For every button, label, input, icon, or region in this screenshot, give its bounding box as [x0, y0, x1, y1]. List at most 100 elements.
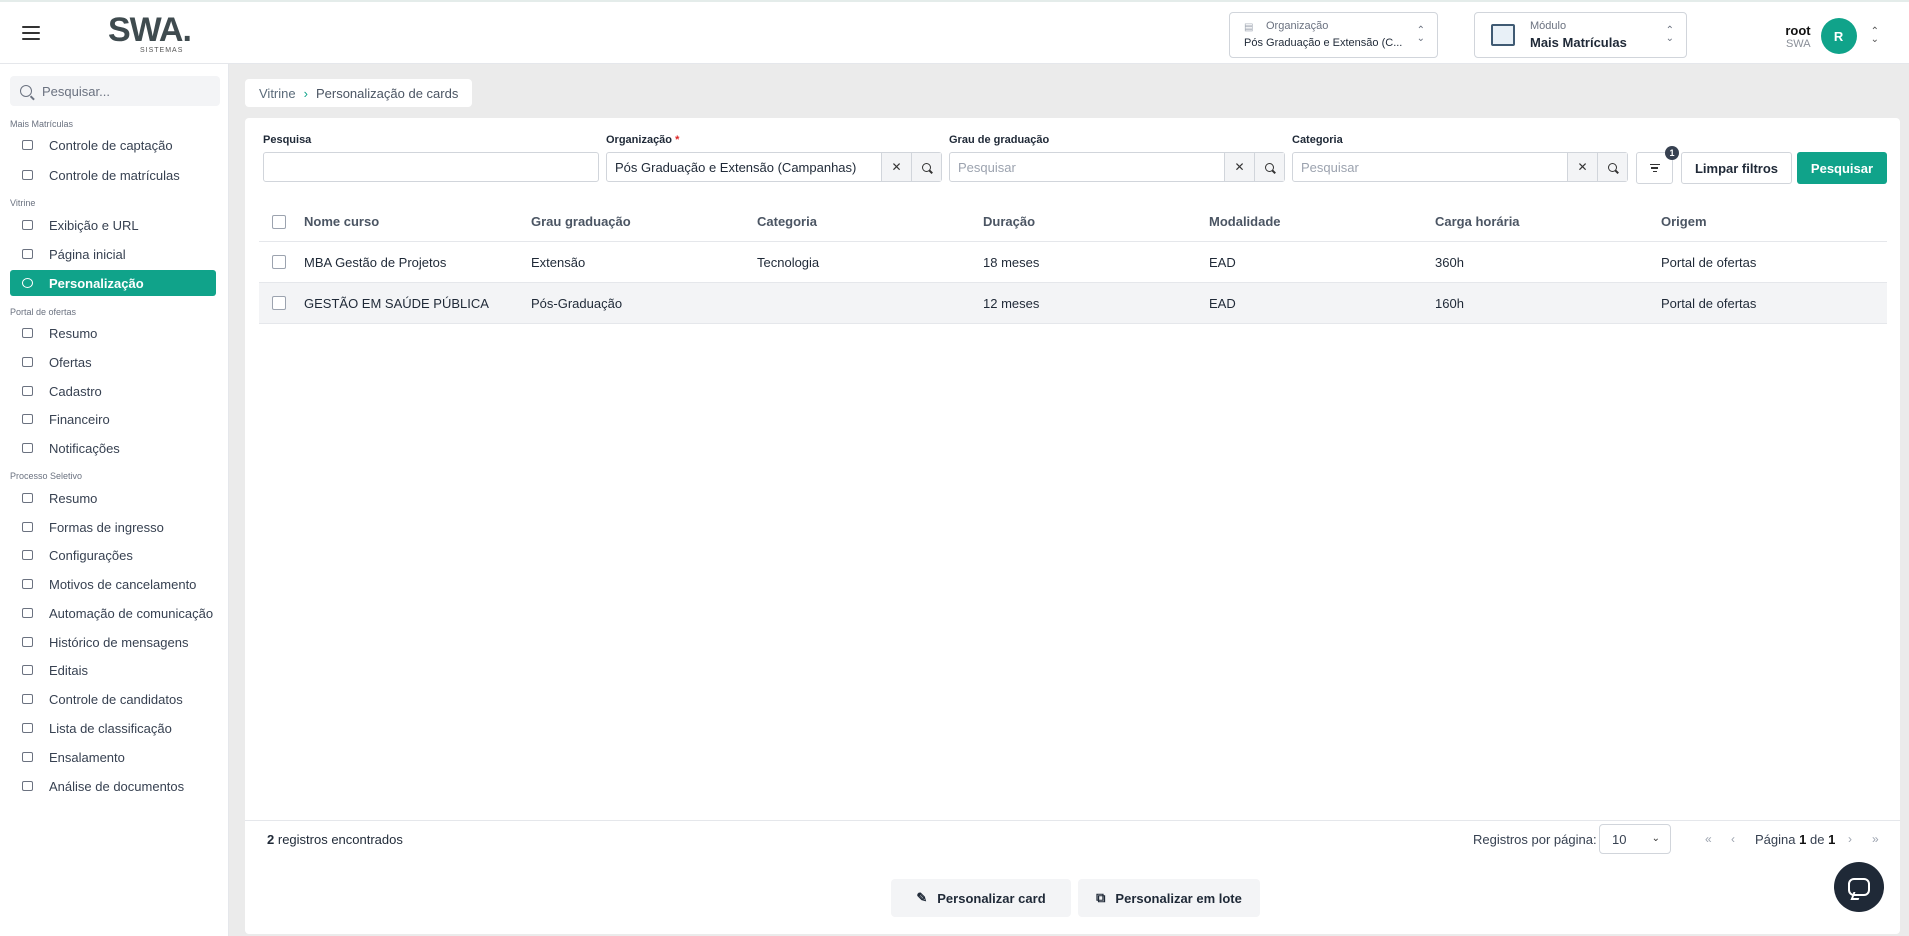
- grau-filter-field[interactable]: Pesquisar ✕: [949, 152, 1285, 182]
- grau-filter-placeholder[interactable]: Pesquisar: [950, 160, 1224, 175]
- sidebar-item-analise-de-documentos[interactable]: Análise de documentos: [10, 773, 216, 799]
- clear-icon[interactable]: ✕: [881, 153, 911, 181]
- list-icon: [22, 723, 33, 733]
- module-selector-label: Módulo: [1530, 20, 1567, 32]
- breadcrumb-current: Personalização de cards: [315, 85, 459, 101]
- sidebar-item-lista-de-classificacao[interactable]: Lista de classificação: [10, 715, 216, 741]
- sidebar-item-resumo[interactable]: Resumo: [10, 320, 216, 346]
- courses-table: Nome curso Grau graduação Categoria Duração…: [259, 202, 1887, 324]
- cell-carga-horaria: 160h: [1435, 295, 1464, 311]
- sidebar-item-label: Controle de matrículas: [49, 167, 180, 183]
- record-count-label: registros encontrados: [277, 832, 403, 847]
- column-header-nome-curso[interactable]: Nome curso: [304, 202, 379, 241]
- organization-filter-field[interactable]: Pós Graduação e Extensão (Campanhas) ✕: [606, 152, 942, 182]
- cell-grau-graduacao: Extensão: [531, 254, 586, 270]
- search-filter-field[interactable]: [263, 152, 599, 182]
- store-icon: [22, 220, 33, 230]
- sidebar-item-exibicao-e-url[interactable]: Exibição e URL: [10, 212, 216, 238]
- category-filter-field[interactable]: Pesquisar ✕: [1292, 152, 1628, 182]
- sidebar-item-automacao-de-comunicacao[interactable]: Automação de comunicação: [10, 600, 216, 626]
- chat-support-button[interactable]: [1834, 862, 1884, 912]
- select-all-checkbox[interactable]: [272, 215, 286, 229]
- organization-selector-label: Organização: [1266, 20, 1329, 32]
- logo[interactable]: SWA. SISTEMAS: [108, 11, 203, 58]
- table-row[interactable]: MBA Gestão de Projetos Extensão Tecnologia…: [259, 242, 1887, 283]
- per-page-label: Registros por página:: [1473, 832, 1597, 847]
- column-header-categoria[interactable]: Categoria: [757, 202, 817, 241]
- avatar[interactable]: R: [1820, 18, 1857, 54]
- sidebar-item-label: Automação de comunicação: [49, 605, 214, 621]
- module-icon: [1491, 24, 1515, 46]
- sidebar-item-controle-de-captacao[interactable]: Controle de captação: [10, 132, 216, 158]
- clear-filters-button[interactable]: Limpar filtros: [1681, 152, 1792, 184]
- breadcrumb-link-vitrine[interactable]: Vitrine: [259, 86, 296, 101]
- customize-card-button[interactable]: ✎ Personalizar card: [891, 879, 1071, 917]
- cell-modalidade: EAD: [1209, 295, 1236, 311]
- column-header-grau-graduacao[interactable]: Grau graduação: [531, 202, 631, 241]
- organization-selector[interactable]: ▤ Organização Pós Graduação e Extensão (…: [1229, 12, 1438, 58]
- sidebar-item-ofertas[interactable]: Ofertas: [10, 349, 216, 375]
- cart-icon: [22, 357, 33, 367]
- sidebar-item-ensalamento[interactable]: Ensalamento: [10, 744, 216, 770]
- category-filter-placeholder[interactable]: Pesquisar: [1293, 160, 1567, 175]
- cell-categoria: Tecnologia: [757, 254, 820, 270]
- sidebar-item-label: Controle de candidatos: [49, 691, 183, 707]
- clear-icon[interactable]: ✕: [1567, 153, 1597, 181]
- sidebar-item-editais[interactable]: Editais: [10, 657, 216, 683]
- record-count: 2 registros encontrados: [267, 832, 403, 847]
- user-menu[interactable]: root SWA R ⌃ ⌄: [1785, 18, 1879, 54]
- search-icon[interactable]: [1254, 153, 1284, 181]
- summary-icon: [22, 328, 33, 338]
- module-selector[interactable]: Módulo Mais Matrículas ⌃ ⌄: [1474, 12, 1687, 58]
- column-header-carga-horaria[interactable]: Carga horária: [1435, 202, 1520, 241]
- customize-batch-label: Personalizar em lote: [1115, 890, 1242, 906]
- first-page-icon[interactable]: «: [1705, 832, 1712, 846]
- sidebar-item-label: Editais: [49, 662, 89, 678]
- sidebar-item-historico-de-mensagens[interactable]: Histórico de mensagens: [10, 629, 216, 655]
- sidebar-item-formas-de-ingresso[interactable]: Formas de ingresso: [10, 514, 216, 540]
- table-row[interactable]: GESTÃO EM SAÚDE PÚBLICA Pós-Graduação 12 m…: [259, 283, 1887, 324]
- clear-icon[interactable]: ✕: [1224, 153, 1254, 181]
- chevron-updown-icon: ⌃ ⌄: [1416, 25, 1425, 44]
- cell-duracao: 12 meses: [983, 295, 1040, 311]
- sidebar-item-pagina-inicial[interactable]: Página inicial: [10, 241, 216, 267]
- search-button[interactable]: Pesquisar: [1797, 152, 1887, 184]
- sidebar-item-label: Página inicial: [49, 246, 126, 262]
- sidebar-item-configuracoes[interactable]: Configurações: [10, 542, 216, 568]
- sidebar-item-controle-de-candidatos[interactable]: Controle de candidatos: [10, 686, 216, 712]
- per-page-select[interactable]: 10 ⌄: [1599, 824, 1671, 854]
- previous-page-icon[interactable]: ‹: [1731, 832, 1735, 846]
- next-page-icon[interactable]: ›: [1848, 832, 1852, 846]
- sidebar-search-input[interactable]: [42, 83, 202, 99]
- main-card: Pesquisa Organização * Pós Graduação e E…: [245, 118, 1900, 934]
- sidebar-section-title: Processo Seletivo: [10, 471, 83, 481]
- column-header-modalidade[interactable]: Modalidade: [1209, 202, 1281, 241]
- filter-icon: [1649, 163, 1660, 173]
- column-header-origem[interactable]: Origem: [1661, 202, 1707, 241]
- bell-icon: [22, 443, 33, 453]
- sidebar-item-label: Histórico de mensagens: [49, 634, 189, 650]
- user-plus-icon: [22, 140, 33, 150]
- search-icon[interactable]: [911, 153, 941, 181]
- sidebar-item-label: Ofertas: [49, 354, 92, 370]
- logo-text: SWA.: [108, 11, 192, 49]
- sidebar-item-cadastro[interactable]: Cadastro: [10, 378, 216, 404]
- sidebar-search[interactable]: [10, 76, 220, 106]
- last-page-icon[interactable]: »: [1872, 832, 1879, 846]
- sidebar-item-notificacoes[interactable]: Notificações: [10, 435, 216, 461]
- sidebar-item-financeiro[interactable]: Financeiro: [10, 406, 216, 432]
- sidebar-item-resumo[interactable]: Resumo: [10, 485, 216, 511]
- organization-filter-value[interactable]: Pós Graduação e Extensão (Campanhas): [607, 160, 881, 175]
- row-checkbox[interactable]: [272, 255, 286, 269]
- sidebar-item-motivos-de-cancelamento[interactable]: Motivos de cancelamento: [10, 571, 216, 597]
- menu-icon[interactable]: [22, 26, 40, 40]
- column-header-duracao[interactable]: Duração: [983, 202, 1035, 241]
- sidebar-item-label: Análise de documentos: [49, 778, 185, 794]
- search-icon[interactable]: [1597, 153, 1627, 181]
- sidebar-item-controle-de-matriculas[interactable]: Controle de matrículas: [10, 162, 216, 188]
- chat-history-icon: [22, 637, 33, 647]
- customize-batch-button[interactable]: ⧉ Personalizar em lote: [1078, 879, 1260, 917]
- sidebar-item-personalizacao[interactable]: Personalização: [10, 270, 216, 296]
- row-checkbox[interactable]: [272, 296, 286, 310]
- user-edit-icon: [22, 386, 33, 396]
